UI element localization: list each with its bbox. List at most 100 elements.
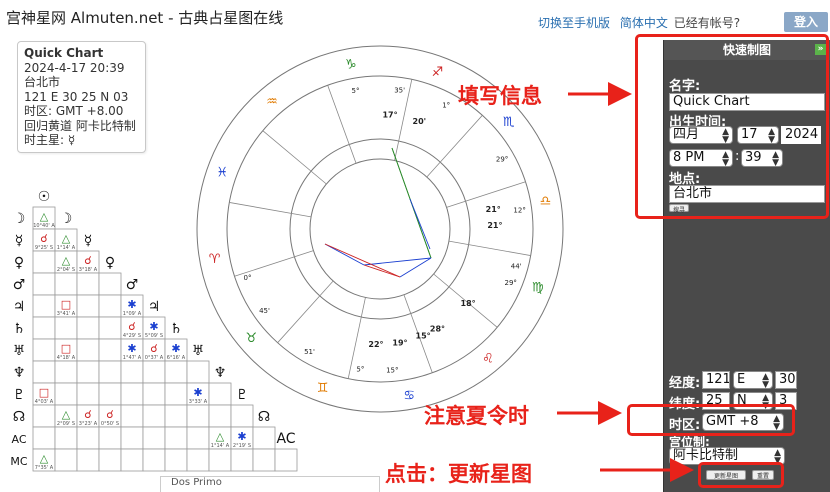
longitude-direction-select[interactable]: E ▲ ▼ — [733, 371, 773, 390]
aspect-cell — [76, 448, 100, 472]
aspect-cell — [186, 426, 210, 450]
diag-symbol: AC — [276, 431, 295, 447]
row-symbol: ♀ — [14, 255, 24, 271]
planet-degree-label: 19° — [392, 338, 407, 347]
aspect-glyph: ✱ — [149, 320, 158, 333]
annotation-fill-info: 填写信息 — [458, 84, 542, 108]
zodiac-sign-glyph: ♐ — [432, 65, 444, 80]
aspect-glyph: ✱ — [237, 430, 246, 443]
aspect-orb: 4°03' A — [35, 399, 54, 405]
aspect-cell — [76, 338, 100, 362]
aspect-cell — [32, 250, 56, 274]
aspect-glyph: △ — [62, 254, 71, 267]
aspect-glyph: ☌ — [40, 232, 47, 245]
highlight-timezone-box — [627, 404, 795, 436]
aspect-cell — [98, 382, 122, 406]
aspect-orb: 10°40' A — [33, 223, 55, 229]
diag-symbol: ☿ — [84, 233, 93, 249]
aspect-cell — [54, 316, 78, 340]
diag-symbol: ☉ — [38, 189, 51, 205]
row-symbol: ♇ — [13, 387, 26, 403]
diag-symbol: ♀ — [105, 255, 115, 271]
row-symbol: ☊ — [13, 409, 25, 425]
account-prompt[interactable]: 已经有帐号? — [674, 16, 740, 30]
aspect-cell — [76, 294, 100, 318]
cusp-degree-label: 51' — [304, 348, 315, 356]
aspect-cell — [98, 338, 122, 362]
zodiac-sign-glyph: ♍ — [532, 280, 544, 295]
aspect-glyph: ✱ — [127, 298, 136, 311]
aspect-cell — [120, 382, 144, 406]
aspect-cell — [252, 448, 276, 472]
aspect-orb: 4°29' S — [123, 333, 141, 339]
aspect-cell — [142, 448, 166, 472]
aspect-cell — [142, 404, 166, 428]
aspect-glyph: ☌ — [150, 342, 157, 355]
aspect-cell — [54, 360, 78, 384]
aspect-cell — [98, 426, 122, 450]
zodiac-sign-glyph: ♊ — [317, 381, 329, 396]
zodiac-sign-glyph: ♎ — [540, 194, 552, 209]
zodiac-sign-glyph: ♈ — [209, 252, 221, 267]
aspect-orb: 2°04' S — [57, 267, 75, 273]
aspect-cell — [120, 448, 144, 472]
aspect-cell — [32, 338, 56, 362]
aspect-cell — [32, 316, 56, 340]
bottom-tab[interactable]: Dos Primo — [160, 476, 380, 492]
diag-symbol: ☽ — [60, 211, 73, 227]
planet-degree-label: 17° — [382, 110, 397, 119]
planet-degree-label: 18° — [461, 299, 476, 308]
aspect-glyph: □ — [61, 342, 71, 355]
aspect-glyph: ✱ — [171, 342, 180, 355]
aspect-glyph: △ — [216, 430, 225, 443]
aspect-cell — [32, 426, 56, 450]
aspect-glyph: △ — [62, 408, 71, 421]
cusp-degree-label: 45' — [259, 307, 270, 315]
aspect-cell — [76, 316, 100, 340]
aspect-orb: 4°18' A — [57, 355, 76, 361]
aspect-orb: 5°09' S — [145, 333, 163, 339]
highlight-info-box — [635, 34, 829, 219]
zodiac-sign-glyph: ♓ — [216, 166, 228, 181]
aspect-cell — [98, 316, 122, 340]
row-symbol: ☿ — [15, 233, 24, 249]
aspect-glyph: △ — [62, 232, 71, 245]
aspect-glyph: ✱ — [127, 342, 136, 355]
aspect-orb: 1°14' A — [57, 245, 76, 251]
login-button[interactable]: 登入 — [784, 12, 828, 32]
aspect-glyph: ☌ — [84, 254, 91, 267]
aspect-cell — [164, 426, 188, 450]
zodiac-sign-glyph: ♑ — [345, 58, 357, 73]
zodiac-sign-glyph: ♉ — [245, 331, 257, 346]
aspect-glyph: ☌ — [84, 408, 91, 421]
aspect-cell — [120, 360, 144, 384]
aspect-cell — [54, 272, 78, 296]
aspect-cell — [98, 272, 122, 296]
row-symbol: ♆ — [13, 365, 26, 381]
diag-symbol: ♂ — [126, 277, 139, 293]
planet-degree-label: 15° — [416, 332, 431, 341]
aspect-cell — [164, 360, 188, 384]
aspect-orb: 1°09' A — [123, 311, 142, 317]
planet-degree-label: 21° — [487, 221, 502, 230]
longitude-degree-input[interactable]: 121 — [702, 371, 730, 389]
language-link[interactable]: 简体中文 — [620, 16, 668, 30]
aspect-cell — [164, 382, 188, 406]
aspect-cell — [76, 426, 100, 450]
cusp-degree-label: 35' — [394, 86, 405, 94]
aspect-orb: 3°18' A — [79, 267, 98, 273]
cusp-degree-label: 29° — [505, 279, 517, 287]
aspect-orb: 2°09' S — [57, 421, 75, 427]
annotation-click-update: 点击：更新星图 — [385, 462, 532, 486]
row-symbol: ♄ — [13, 321, 26, 337]
mobile-version-link[interactable]: 切换至手机版 — [538, 16, 610, 30]
cusp-degree-label: 15° — [386, 366, 398, 374]
aspect-cell — [54, 448, 78, 472]
longitude-minute-input[interactable]: 30 — [775, 371, 797, 389]
aspect-cell — [252, 426, 276, 450]
cusp-degree-label: 0° — [244, 274, 252, 282]
aspect-cell — [32, 360, 56, 384]
cusp-degree-label: 5° — [352, 87, 360, 95]
aspect-orb: 9°25' S — [35, 245, 53, 251]
cusp-degree-label: 12° — [513, 206, 525, 214]
